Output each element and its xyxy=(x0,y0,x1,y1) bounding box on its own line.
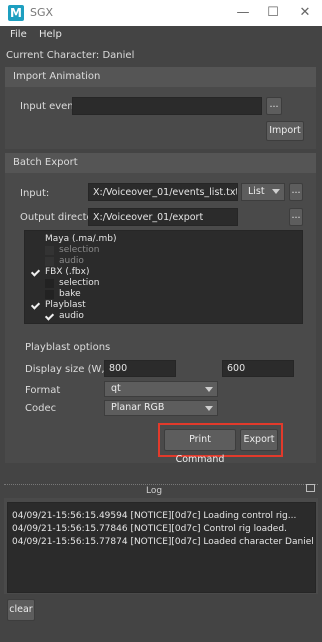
chevron-down-icon xyxy=(272,189,280,194)
tree-item-label: Maya (.ma/.mb) xyxy=(45,234,117,244)
checkbox-playblast-audio[interactable] xyxy=(45,312,54,321)
checkbox-playblast[interactable] xyxy=(31,301,40,310)
input-label: Input: xyxy=(20,188,50,199)
log-line: 04/09/21-15:56:15.77846 [NOTICE][0d7c] C… xyxy=(12,524,287,534)
tree-item-label: Playblast xyxy=(45,300,86,310)
menu-bar: File Help xyxy=(0,26,322,45)
tree-item-label: FBX (.fbx) xyxy=(45,267,90,277)
output-directory-field[interactable]: X:/Voiceover_01/export xyxy=(88,208,238,226)
format-select[interactable]: qt xyxy=(104,381,218,397)
title-bar: M SGX — ☐ ✕ xyxy=(0,0,322,26)
log-line: 04/09/21-15:56:15.49594 [NOTICE][0d7c] L… xyxy=(12,511,297,521)
window-title: SGX xyxy=(30,6,54,19)
checkbox-fbx-selection[interactable] xyxy=(45,279,54,288)
chevron-down-icon xyxy=(205,406,213,411)
checkbox-fbx-bake[interactable] xyxy=(45,290,54,299)
import-button[interactable]: Import xyxy=(266,121,304,141)
tree-item-label: bake xyxy=(59,289,81,299)
export-options-tree[interactable]: Maya (.ma/.mb) selection audio FBX (.fbx… xyxy=(24,230,303,324)
app-icon: M xyxy=(8,5,24,21)
codec-value: Planar RGB xyxy=(111,402,165,413)
log-output[interactable]: 04/09/21-15:56:15.49594 [NOTICE][0d7c] L… xyxy=(7,502,316,593)
log-line: 04/09/21-15:56:15.77874 [NOTICE][0d7c] L… xyxy=(12,537,314,547)
input-event-field[interactable] xyxy=(72,97,262,115)
input-type-select[interactable]: List xyxy=(241,183,285,201)
input-file-field[interactable]: X:/Voiceover_01/events_list.txt xyxy=(88,183,238,201)
batch-export-title: Batch Export xyxy=(5,153,316,173)
format-label: Format xyxy=(25,385,61,396)
input-browse-button[interactable]: ... xyxy=(289,183,303,201)
checkbox-fbx[interactable] xyxy=(31,268,40,277)
clear-button[interactable]: clear xyxy=(7,599,35,621)
log-title: Log xyxy=(146,486,163,496)
codec-label: Codec xyxy=(25,403,57,414)
print-command-button[interactable]: Print Command xyxy=(164,429,236,465)
checkbox-maya-audio xyxy=(45,257,54,266)
display-height-field[interactable]: 600 xyxy=(222,360,294,377)
display-width-field[interactable]: 800 xyxy=(104,360,176,377)
close-icon[interactable]: ✕ xyxy=(290,3,320,23)
tree-item-label: audio xyxy=(59,311,84,321)
export-button[interactable]: Export xyxy=(240,429,278,451)
maximize-icon[interactable]: ☐ xyxy=(258,3,288,23)
minimize-icon[interactable]: — xyxy=(228,3,258,23)
undock-icon[interactable] xyxy=(306,484,315,492)
format-value: qt xyxy=(111,383,121,394)
menu-help[interactable]: Help xyxy=(39,29,62,40)
checkbox-maya-selection xyxy=(45,246,54,255)
input-event-browse-button[interactable]: ... xyxy=(266,97,282,115)
playblast-options-title: Playblast options xyxy=(25,342,111,353)
input-type-value: List xyxy=(248,186,265,197)
import-animation-title: Import Animation xyxy=(5,67,316,87)
tree-item-label: audio xyxy=(59,256,84,266)
menu-file[interactable]: File xyxy=(10,29,27,40)
codec-select[interactable]: Planar RGB xyxy=(104,400,218,416)
current-character-label: Current Character: Daniel xyxy=(6,50,135,61)
tree-item-label: selection xyxy=(59,245,100,255)
chevron-down-icon xyxy=(205,387,213,392)
output-browse-button[interactable]: ... xyxy=(289,208,303,226)
tree-item-label: selection xyxy=(59,278,100,288)
checkbox-maya[interactable] xyxy=(31,235,40,244)
log-dock-header: Log xyxy=(4,484,318,497)
